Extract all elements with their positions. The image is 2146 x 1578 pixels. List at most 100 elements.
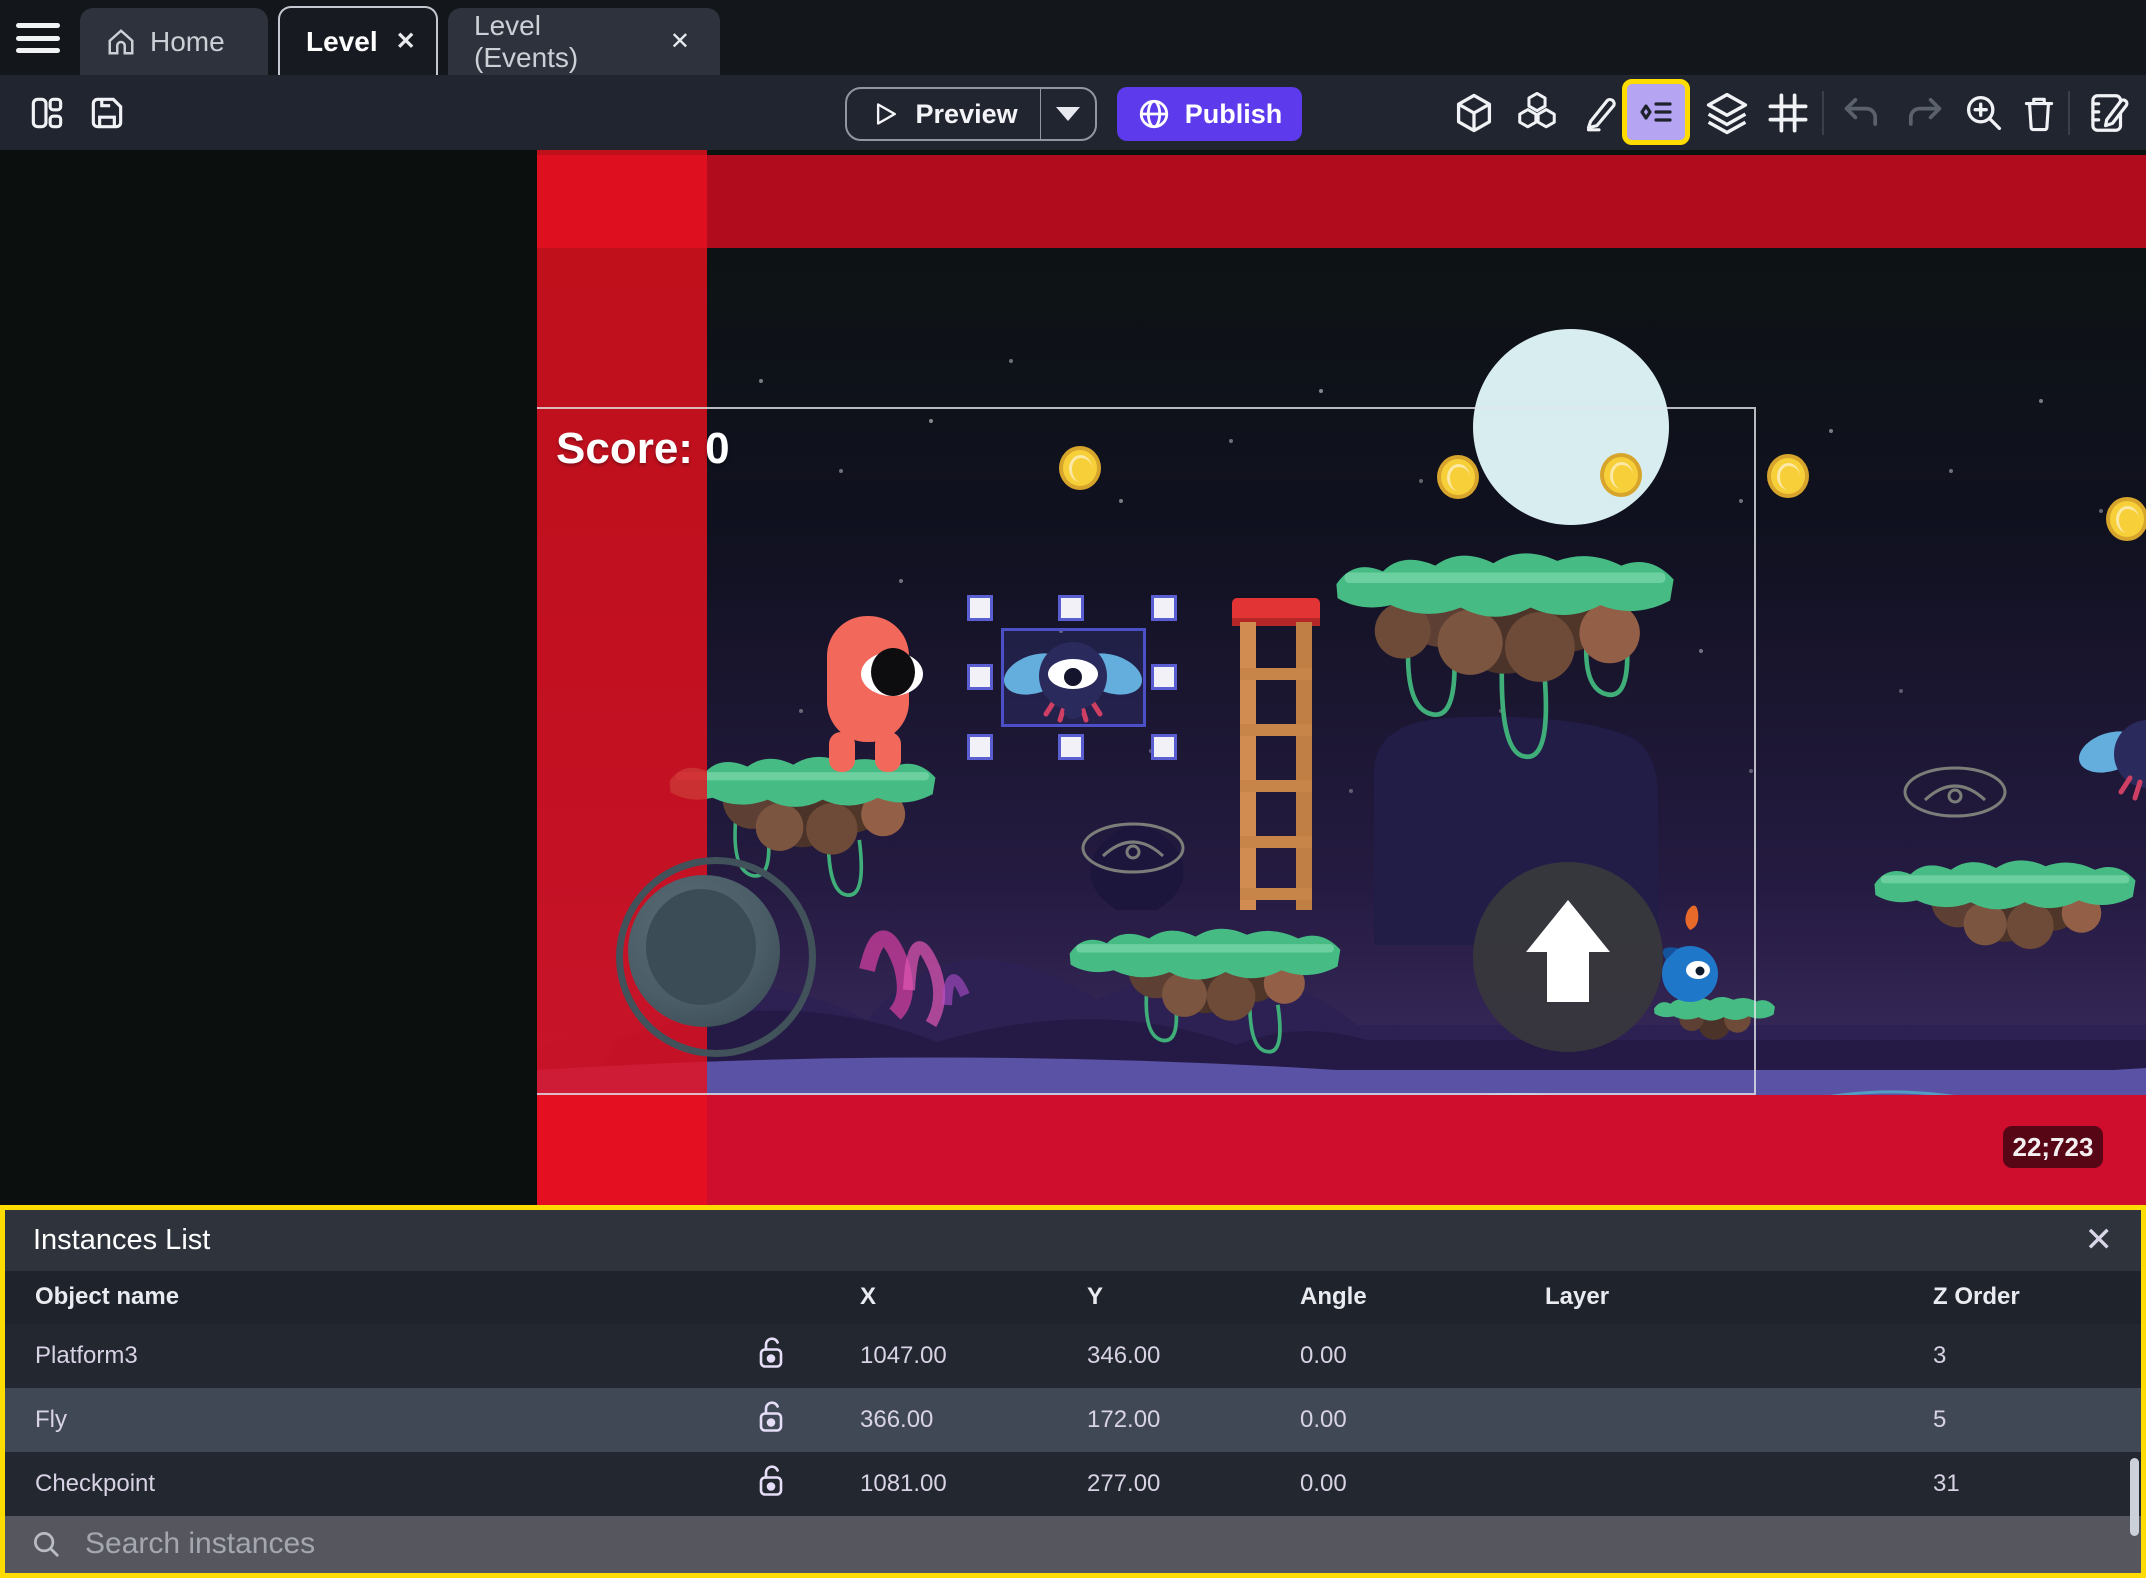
player-character[interactable] [823, 616, 923, 776]
instances-panel: Instances List ✕ Object name X Y Angle L… [0, 1205, 2146, 1578]
lock-open-icon[interactable] [757, 1399, 785, 1440]
cell-x: 1047.00 [860, 1341, 947, 1369]
cell-y: 277.00 [1087, 1469, 1161, 1497]
cell-object-name: Fly [35, 1405, 67, 1433]
publish-button[interactable]: Publish [1117, 87, 1302, 141]
moon [1473, 329, 1669, 525]
tab-level-label: Level [306, 25, 378, 57]
instances-table-header: Object name X Y Angle Layer Z Order [5, 1270, 2141, 1324]
preview-dropdown-button[interactable] [1041, 107, 1095, 121]
jump-button[interactable] [1473, 862, 1663, 1052]
cell-x: 1081.00 [860, 1469, 947, 1497]
tab-home-label: Home [150, 25, 225, 57]
tab-level[interactable]: Level ✕ [278, 6, 438, 75]
undo-icon[interactable] [1840, 91, 1884, 135]
cell-z-order: 3 [1933, 1341, 1947, 1369]
fly-enemy[interactable] [1003, 632, 1143, 727]
cell-angle: 0.00 [1300, 1469, 1347, 1497]
preview-button[interactable]: Preview [845, 87, 1097, 141]
layers-icon[interactable] [1704, 90, 1750, 136]
resize-handle[interactable] [967, 734, 993, 760]
cell-angle: 0.00 [1300, 1405, 1347, 1433]
cell-object-name: Checkpoint [35, 1469, 156, 1497]
bottom-red-band [537, 1095, 2146, 1205]
platform-right [1874, 860, 2136, 949]
zoom-in-icon[interactable] [1962, 91, 2006, 135]
hamburger-icon[interactable] [16, 20, 60, 56]
publish-label: Publish [1184, 98, 1283, 129]
col-z-order: Z Order [1933, 1283, 2020, 1311]
resize-handle[interactable] [967, 664, 993, 690]
ladder [1232, 598, 1320, 910]
pencil-icon[interactable] [1578, 92, 1620, 134]
tab-level-events[interactable]: Level (Events) ✕ [448, 8, 720, 75]
instances-panel-title: Instances List [33, 1223, 211, 1256]
resize-handle[interactable] [1058, 595, 1084, 621]
cell-z-order: 31 [1933, 1469, 1960, 1497]
grid-icon[interactable] [1766, 91, 1810, 135]
close-icon[interactable]: ✕ [2085, 1223, 2114, 1257]
search-bar [5, 1515, 2141, 1573]
tab-level-close-icon[interactable]: ✕ [392, 25, 420, 58]
coin [1437, 455, 1479, 499]
toolbar: Preview Publish [0, 75, 2146, 150]
resize-handle[interactable] [1151, 664, 1177, 690]
table-row-platform3[interactable]: Platform3 1047.00 346.00 0.00 3 [5, 1323, 2141, 1388]
instances-list-icon[interactable] [1622, 79, 1690, 145]
save-icon[interactable] [86, 92, 128, 134]
blue-enemy [1662, 905, 1718, 1002]
platform-top-right [1336, 553, 1674, 760]
cube-icon[interactable] [1452, 91, 1496, 135]
layout-panels-icon[interactable] [26, 92, 68, 134]
tab-level-events-label: Level (Events) [474, 9, 579, 73]
joystick-knob [628, 875, 780, 1027]
trash-icon[interactable] [2018, 92, 2060, 134]
redo-icon[interactable] [1902, 91, 1946, 135]
search-instances-input[interactable] [85, 1527, 2115, 1562]
col-angle: Angle [1300, 1283, 1367, 1311]
up-arrow-icon [1526, 900, 1610, 952]
cell-y: 172.00 [1087, 1405, 1161, 1433]
play-icon [876, 103, 896, 125]
resize-handle[interactable] [1151, 734, 1177, 760]
eye-decoration [1903, 766, 2007, 818]
resize-handle[interactable] [1151, 595, 1177, 621]
tab-home[interactable]: Home [80, 8, 268, 75]
cell-z-order: 5 [1933, 1405, 1947, 1433]
cell-angle: 0.00 [1300, 1341, 1347, 1369]
edit-scene-icon[interactable] [2086, 90, 2132, 136]
scene-canvas[interactable]: Score: 0 22;723 [0, 150, 2146, 1205]
table-row-checkpoint[interactable]: Checkpoint 1081.00 277.00 0.00 31 [5, 1451, 2141, 1516]
top-red-band [537, 155, 2146, 248]
scrollbar[interactable] [2130, 1458, 2139, 1536]
preview-label: Preview [915, 98, 1018, 129]
coin [1059, 446, 1101, 490]
cell-x: 366.00 [860, 1405, 934, 1433]
eye-decoration [1081, 822, 1185, 874]
coin [2106, 497, 2146, 541]
col-x: X [860, 1283, 877, 1311]
score-text: Score: 0 [556, 424, 730, 473]
cell-object-name: Platform3 [35, 1341, 138, 1369]
globe-icon [1139, 99, 1168, 129]
resize-handle[interactable] [967, 595, 993, 621]
home-icon [108, 28, 134, 54]
fly-enemy-partial [2079, 720, 2146, 801]
col-y: Y [1087, 1283, 1104, 1311]
table-row-fly[interactable]: Fly 366.00 172.00 0.00 5 [5, 1387, 2141, 1452]
tab-level-events-close-icon[interactable]: ✕ [666, 25, 694, 58]
joystick-control[interactable] [616, 857, 816, 1057]
lock-open-icon[interactable] [757, 1335, 785, 1376]
tab-bar: Home Level ✕ Level (Events) ✕ [0, 0, 2146, 75]
caret-down-icon [1056, 107, 1081, 121]
resize-handle[interactable] [1058, 734, 1084, 760]
editor-background-left [0, 150, 537, 1205]
col-layer: Layer [1545, 1283, 1610, 1311]
col-object-name: Object name [35, 1283, 180, 1311]
cursor-coordinates-badge: 22;723 [2003, 1126, 2103, 1168]
lock-open-icon[interactable] [757, 1463, 785, 1504]
object-groups-icon[interactable] [1514, 90, 1560, 136]
coin [1767, 454, 1809, 498]
cell-y: 346.00 [1087, 1341, 1161, 1369]
instances-panel-header: Instances List ✕ [5, 1210, 2141, 1271]
